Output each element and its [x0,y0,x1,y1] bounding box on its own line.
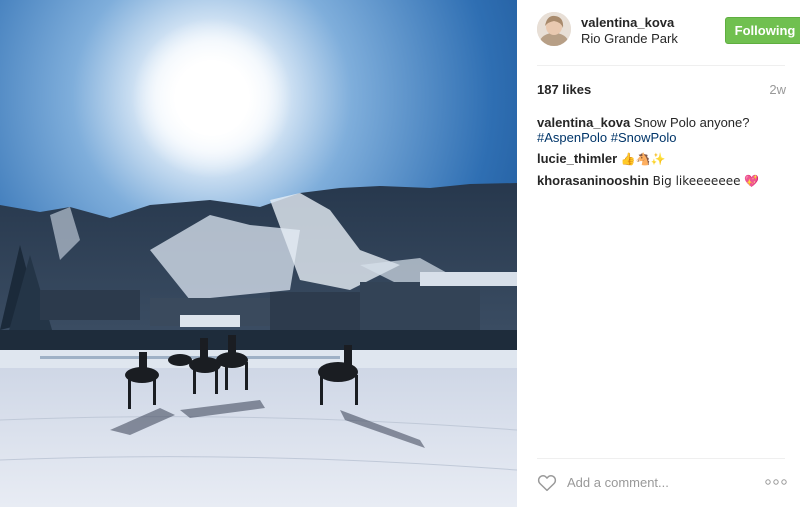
caption-text: Snow Polo anyone? [633,115,750,130]
more-options-icon[interactable] [765,479,787,485]
post-photo[interactable] [0,0,517,507]
comment-username[interactable]: khorasaninooshin [537,173,649,188]
avatar[interactable] [537,12,571,46]
location-link[interactable]: Rio Grande Park [581,31,678,46]
snow-polo-photo [0,0,517,507]
hashtag-link[interactable]: #SnowPolo [611,130,677,145]
comment: lucie_thimler 👍🐴✨ [537,151,787,167]
post-details-panel: valentina_kova Rio Grande Park Following… [517,0,800,507]
avatar-image [537,12,571,46]
comment-bar [537,472,787,496]
comments-list: valentina_kova Snow Polo anyone? #AspenP… [537,115,787,195]
following-button[interactable]: Following [725,17,800,44]
comment-username[interactable]: valentina_kova [537,115,630,130]
caption: valentina_kova Snow Polo anyone? #AspenP… [537,115,787,145]
username-link[interactable]: valentina_kova [581,15,674,30]
divider [537,458,785,459]
divider [537,65,785,66]
comment-username[interactable]: lucie_thimler [537,151,617,166]
likes-count[interactable]: 187 likes [537,82,591,97]
heart-outline-icon[interactable] [537,474,557,492]
comment-text: 👍🐴✨ [620,152,666,166]
hashtag-link[interactable]: #AspenPolo [537,130,607,145]
comment: khorasaninooshin Big likeeeeeee 💖 [537,173,787,189]
comment-text: Big likeeeeeee 💖 [652,174,760,188]
post-header: valentina_kova Rio Grande Park Following [537,12,800,58]
post-age[interactable]: 2w [769,82,786,97]
add-comment-input[interactable] [567,475,747,490]
